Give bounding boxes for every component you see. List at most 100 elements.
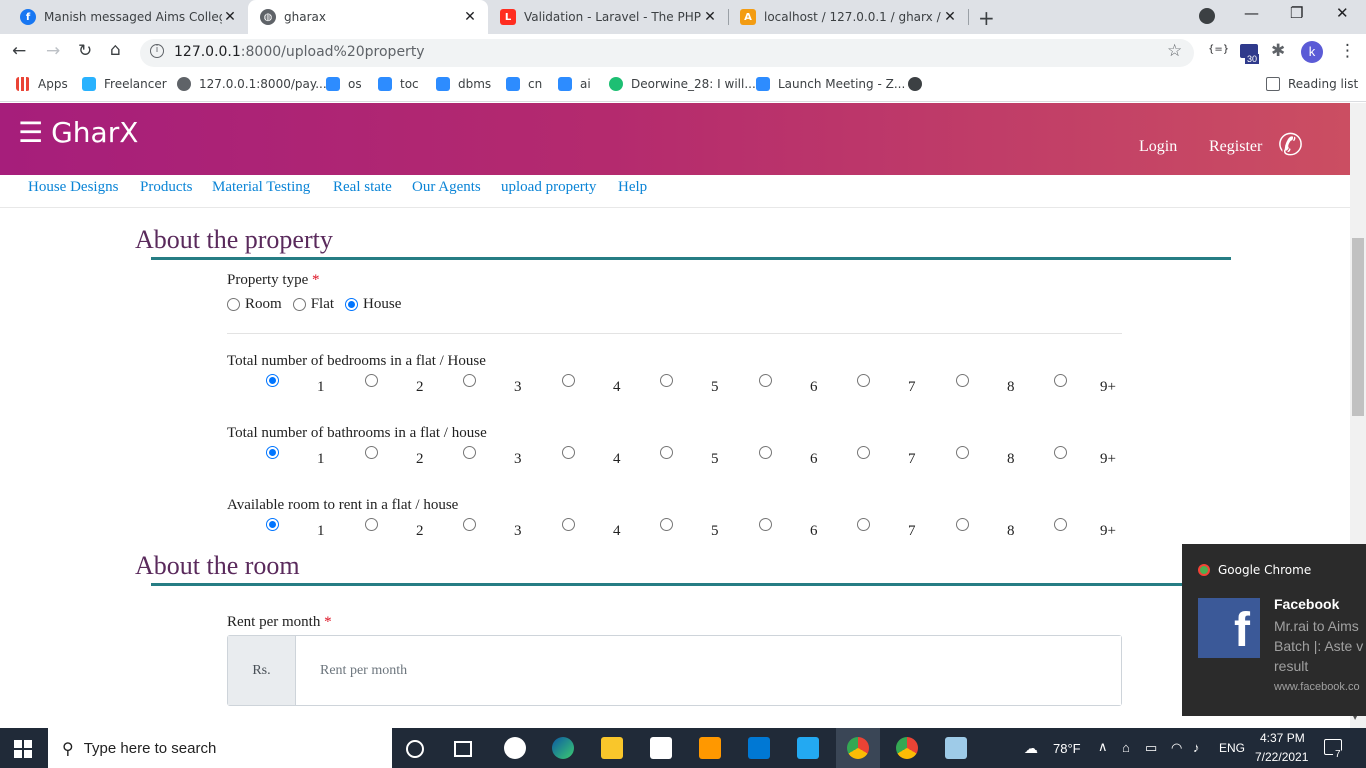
tab-close-icon[interactable]: ✕ — [942, 9, 958, 25]
profile-avatar[interactable]: k — [1301, 41, 1323, 63]
bookmark-apps[interactable]: Apps — [16, 76, 68, 92]
rent-input[interactable] — [296, 636, 1121, 705]
bathrooms-radio-1[interactable] — [266, 446, 279, 459]
bedrooms-radio-7[interactable] — [857, 374, 870, 387]
wifi-icon[interactable]: ◠ — [1171, 740, 1182, 756]
site-info-icon[interactable]: i — [150, 44, 164, 58]
radio-house[interactable] — [345, 298, 359, 311]
network-icon[interactable]: ⌂ — [1122, 740, 1130, 755]
back-arrow-icon[interactable]: ← — [12, 41, 26, 61]
bathrooms-radio-9+[interactable] — [1054, 446, 1067, 459]
bedrooms-radio-6[interactable] — [759, 374, 772, 387]
bookmark-dbms[interactable]: dbms — [436, 76, 491, 92]
edge-icon[interactable] — [552, 737, 574, 759]
cortana-icon[interactable] — [406, 740, 424, 758]
bookmark-os[interactable]: os — [326, 76, 362, 92]
rooms-radio-9+[interactable] — [1054, 518, 1067, 531]
forward-arrow-icon[interactable]: → — [46, 41, 60, 61]
chrome-icon[interactable] — [896, 737, 918, 759]
bookmark-star-icon[interactable]: ☆ — [1167, 41, 1182, 61]
nav-house-designs[interactable]: House Designs — [28, 179, 118, 196]
nav-real-state[interactable]: Real state — [333, 179, 392, 196]
battery-icon[interactable]: ▭ — [1145, 740, 1157, 756]
rooms-radio-7[interactable] — [857, 518, 870, 531]
tab-close-icon[interactable]: ✕ — [222, 9, 238, 25]
nav-upload-property[interactable]: upload property — [501, 179, 596, 196]
language-indicator[interactable]: ENG — [1219, 741, 1245, 755]
login-link[interactable]: Login — [1139, 138, 1177, 156]
bathrooms-radio-5[interactable] — [660, 446, 673, 459]
register-link[interactable]: Register — [1209, 138, 1262, 156]
bookmark-localhost-pay[interactable]: 127.0.0.1:8000/pay... — [177, 76, 327, 92]
mail-icon[interactable] — [748, 737, 770, 759]
nav-material-testing[interactable]: Material Testing — [212, 179, 310, 196]
bedrooms-radio-5[interactable] — [660, 374, 673, 387]
bedrooms-radio-9+[interactable] — [1054, 374, 1067, 387]
browser-tab-phpmyadmin[interactable]: A localhost / 127.0.0.1 / gharx / hou ✕ — [728, 0, 968, 34]
bathrooms-radio-7[interactable] — [857, 446, 870, 459]
bookmark-globe[interactable] — [908, 76, 930, 92]
puzzle-extensions-icon[interactable]: ✱ — [1271, 41, 1285, 61]
reload-icon[interactable]: ↻ — [78, 41, 92, 61]
nav-products[interactable]: Products — [140, 179, 193, 196]
bedrooms-radio-2[interactable] — [365, 374, 378, 387]
clock-date[interactable]: 7/22/2021 — [1255, 750, 1308, 764]
bathrooms-radio-8[interactable] — [956, 446, 969, 459]
store-icon[interactable] — [650, 737, 672, 759]
radio-room[interactable] — [227, 298, 240, 311]
browser-tab-gharax[interactable]: ◍ gharax ✕ — [248, 0, 488, 34]
app-icon[interactable] — [504, 737, 526, 759]
bookmark-launch-meeting[interactable]: Launch Meeting - Z... — [756, 76, 905, 92]
taskbar-search[interactable]: ⚲ — [48, 728, 392, 768]
scrollbar-thumb[interactable] — [1352, 238, 1364, 416]
home-icon[interactable]: ⌂ — [110, 40, 121, 60]
tray-chevron-icon[interactable]: ∧ — [1098, 739, 1108, 755]
rooms-radio-1[interactable] — [266, 518, 279, 531]
kebab-menu-icon[interactable]: ⋮ — [1339, 41, 1356, 61]
reading-list-button[interactable]: Reading list — [1266, 76, 1358, 92]
bedrooms-radio-1[interactable] — [266, 374, 279, 387]
volume-icon[interactable]: ♪ — [1193, 740, 1200, 755]
browser-tab-laravel[interactable]: L Validation - Laravel - The PHP Fra ✕ — [488, 0, 728, 34]
bathrooms-radio-3[interactable] — [463, 446, 476, 459]
bookmark-deorwine[interactable]: Deorwine_28: I will... — [609, 76, 756, 92]
bedrooms-radio-3[interactable] — [463, 374, 476, 387]
sublime-icon[interactable] — [699, 737, 721, 759]
bathrooms-radio-2[interactable] — [365, 446, 378, 459]
tab-search-icon[interactable] — [1199, 8, 1215, 24]
bedrooms-radio-8[interactable] — [956, 374, 969, 387]
hamburger-menu-icon[interactable]: ☰ — [18, 116, 43, 149]
rooms-radio-4[interactable] — [562, 518, 575, 531]
bookmark-cn[interactable]: cn — [506, 76, 542, 92]
chrome-icon[interactable] — [847, 737, 869, 759]
clock-time[interactable]: 4:37 PM — [1260, 731, 1305, 745]
browser-tab-facebook[interactable]: f Manish messaged Aims College | ✕ — [8, 0, 248, 34]
nav-help[interactable]: Help — [618, 179, 647, 196]
task-view-icon[interactable] — [454, 741, 472, 757]
radio-flat[interactable] — [292, 298, 306, 311]
close-window-button[interactable]: ✕ — [1336, 4, 1349, 22]
minimize-button[interactable]: — — [1244, 4, 1259, 22]
phone-icon[interactable]: ✆ — [1278, 128, 1303, 163]
new-tab-button[interactable]: + — [978, 6, 995, 30]
windows-start-icon[interactable] — [14, 740, 32, 758]
tab-close-icon[interactable]: ✕ — [702, 9, 718, 25]
rooms-radio-3[interactable] — [463, 518, 476, 531]
taskbar-search-input[interactable] — [83, 739, 364, 757]
weather-temp[interactable]: 78°F — [1053, 741, 1081, 756]
rooms-radio-8[interactable] — [956, 518, 969, 531]
brand-logo[interactable]: ☰ GharX — [18, 116, 138, 149]
restore-button[interactable]: ❐ — [1290, 4, 1303, 22]
bookmark-ai[interactable]: ai — [558, 76, 591, 92]
rooms-radio-5[interactable] — [660, 518, 673, 531]
file-explorer-icon[interactable] — [601, 737, 623, 759]
rooms-radio-2[interactable] — [365, 518, 378, 531]
vscode-icon[interactable] — [797, 737, 819, 759]
notepad-icon[interactable] — [945, 737, 967, 759]
extension-icon[interactable]: {=} — [1208, 44, 1229, 55]
bathrooms-radio-4[interactable] — [562, 446, 575, 459]
bookmark-toc[interactable]: toc — [378, 76, 419, 92]
weather-icon[interactable]: ☁ — [1024, 740, 1038, 757]
bookmark-freelancer[interactable]: Freelancer — [82, 76, 167, 92]
nav-our-agents[interactable]: Our Agents — [412, 179, 481, 196]
